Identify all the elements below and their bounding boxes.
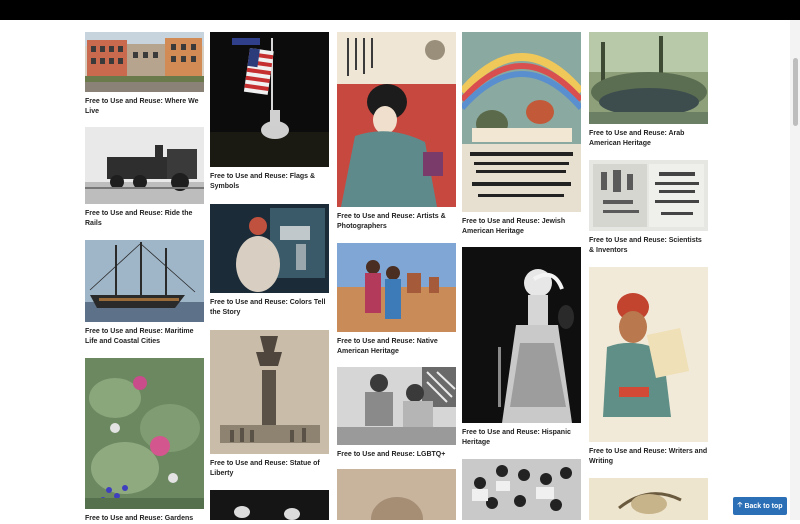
collection-card[interactable]: Free to Use and Reuse: LGBTQ+: [337, 367, 456, 460]
collection-title[interactable]: Free to Use and Reuse: Jewish American H…: [462, 217, 581, 237]
collection-title[interactable]: Free to Use and Reuse: Scientists & Inve…: [589, 236, 708, 256]
collection-card[interactable]: Free to Use and Reuse: Arab American Her…: [589, 32, 708, 149]
collection-card[interactable]: Free to Use and Reuse: Maritime Life and…: [85, 240, 204, 347]
collection-thumbnail[interactable]: [462, 247, 581, 423]
collection-card[interactable]: Free to Use and Reuse: Gardens: [85, 358, 204, 524]
collection-card[interactable]: Free to Use and Reuse: Ride the Rails: [85, 127, 204, 229]
arrow-up-icon: 🡡: [737, 501, 743, 509]
collection-card[interactable]: Free to Use and Reuse: Where We Live: [85, 32, 204, 117]
collection-thumbnail[interactable]: [589, 478, 708, 520]
collection-card[interactable]: [589, 478, 708, 520]
collection-thumbnail[interactable]: [210, 330, 329, 454]
collection-thumbnail[interactable]: [210, 490, 329, 520]
collection-thumbnail[interactable]: [589, 267, 708, 442]
collection-thumbnail[interactable]: [85, 358, 204, 509]
collection-card[interactable]: Free to Use and Reuse: Flags & Symbols: [210, 32, 329, 192]
back-to-top-label: Back to top: [744, 502, 783, 510]
collection-title[interactable]: Free to Use and Reuse: Ride the Rails: [85, 209, 204, 229]
collection-card[interactable]: [337, 469, 456, 520]
collection-card[interactable]: Free to Use and Reuse: Artists & Photogr…: [337, 32, 456, 232]
collection-card[interactable]: Free to Use and Reuse: Native American H…: [337, 243, 456, 357]
collection-title[interactable]: Free to Use and Reuse: Writers and Writi…: [589, 447, 708, 467]
collection-thumbnail[interactable]: [210, 32, 329, 167]
collection-card[interactable]: [210, 490, 329, 520]
collection-title[interactable]: Free to Use and Reuse: Gardens: [85, 514, 204, 524]
collection-title[interactable]: Free to Use and Reuse: Hispanic Heritage: [462, 428, 581, 448]
back-to-top-button[interactable]: 🡡 Back to top: [733, 497, 787, 515]
collection-title[interactable]: Free to Use and Reuse: Where We Live: [85, 97, 204, 117]
collection-thumbnail[interactable]: [462, 459, 581, 520]
collection-thumbnail[interactable]: [85, 127, 204, 204]
browser-top-bar: [0, 0, 800, 20]
collection-thumbnail[interactable]: [210, 204, 329, 293]
collection-title[interactable]: Free to Use and Reuse: LGBTQ+: [337, 450, 456, 460]
collection-title[interactable]: Free to Use and Reuse: Artists & Photogr…: [337, 212, 456, 232]
collection-card[interactable]: Free to Use and Reuse: Jewish American H…: [462, 32, 581, 237]
collection-title[interactable]: Free to Use and Reuse: Colors Tell the S…: [210, 298, 329, 318]
collection-thumbnail[interactable]: [85, 32, 204, 92]
collection-card[interactable]: Free to Use and Reuse: Colors Tell the S…: [210, 204, 329, 318]
collection-title[interactable]: Free to Use and Reuse: Native American H…: [337, 337, 456, 357]
collection-card[interactable]: [462, 459, 581, 520]
collection-card[interactable]: Free to Use and Reuse: Statue of Liberty: [210, 330, 329, 479]
collection-thumbnail[interactable]: [337, 32, 456, 207]
collection-thumbnail[interactable]: [337, 367, 456, 445]
collection-title[interactable]: Free to Use and Reuse: Maritime Life and…: [85, 327, 204, 347]
collection-card[interactable]: Free to Use and Reuse: Writers and Writi…: [589, 267, 708, 467]
collection-title[interactable]: Free to Use and Reuse: Statue of Liberty: [210, 459, 329, 479]
collection-thumbnail[interactable]: [589, 160, 708, 231]
collection-thumbnail[interactable]: [337, 243, 456, 332]
collection-thumbnail[interactable]: [85, 240, 204, 322]
collection-thumbnail[interactable]: [589, 32, 708, 124]
collection-card[interactable]: Free to Use and Reuse: Scientists & Inve…: [589, 160, 708, 256]
collection-card[interactable]: Free to Use and Reuse: Hispanic Heritage: [462, 247, 581, 448]
collection-title[interactable]: Free to Use and Reuse: Flags & Symbols: [210, 172, 329, 192]
scrollbar-thumb[interactable]: [793, 58, 798, 126]
collection-thumbnail[interactable]: [462, 32, 581, 212]
collection-thumbnail[interactable]: [337, 469, 456, 520]
collection-title[interactable]: Free to Use and Reuse: Arab American Her…: [589, 129, 708, 149]
